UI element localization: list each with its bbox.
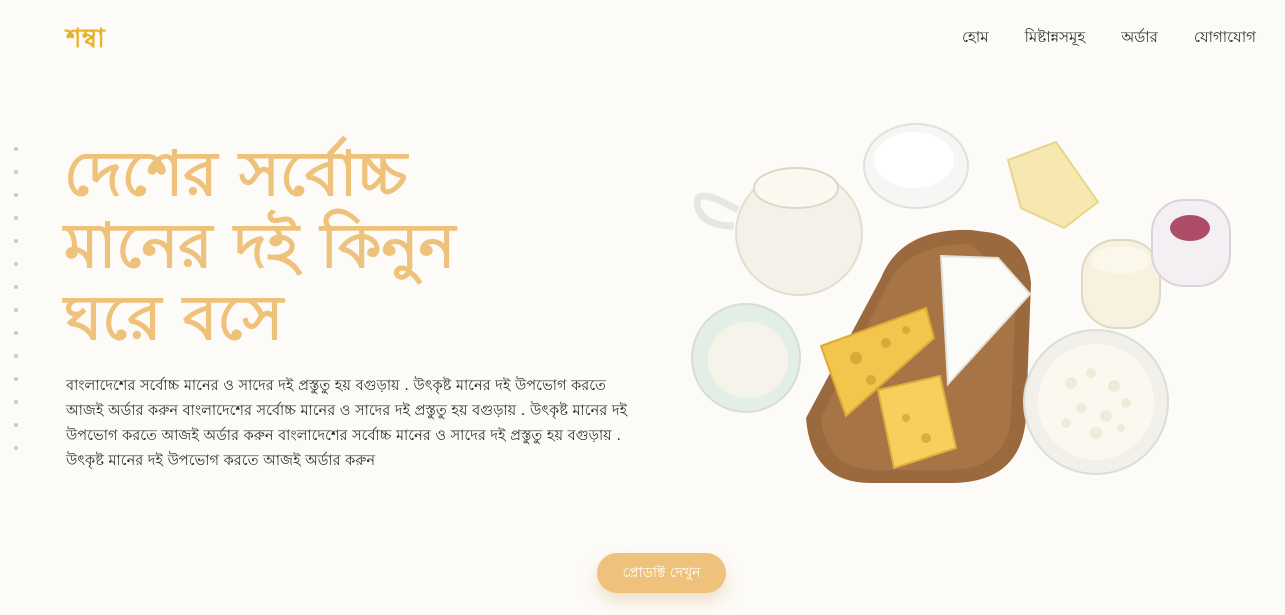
dot bbox=[14, 147, 18, 151]
decorative-dots bbox=[14, 147, 18, 450]
dot bbox=[14, 216, 18, 220]
dot bbox=[14, 354, 18, 358]
headline-line-1: দেশের সর্বোচ্চ bbox=[64, 137, 408, 210]
dot bbox=[14, 308, 18, 312]
berry-yogurt-jar bbox=[1151, 199, 1231, 287]
dot bbox=[14, 285, 18, 289]
nav-item-contact[interactable]: যোগাযোগ bbox=[1194, 26, 1256, 51]
headline-line-3: ঘরে বসে bbox=[64, 281, 284, 354]
dot bbox=[14, 400, 18, 404]
dairy-products-image bbox=[691, 123, 1231, 483]
dot bbox=[14, 377, 18, 381]
nav-item-order[interactable]: অর্ডার bbox=[1121, 26, 1158, 51]
dot bbox=[14, 262, 18, 266]
hero-description: বাংলাদেশের সর্বোচ্চ মানের ও সাদের দই প্র… bbox=[66, 378, 627, 469]
view-products-button[interactable]: প্রোডাক্ট দেখুন bbox=[597, 553, 726, 593]
dot bbox=[14, 331, 18, 335]
hero-headline: দেশের সর্বোচ্চ মানের দই কিনুন ঘরে বসে bbox=[64, 138, 624, 354]
dot bbox=[14, 446, 18, 450]
dot bbox=[14, 239, 18, 243]
butter-block bbox=[1006, 140, 1100, 230]
nav-item-sweets[interactable]: মিষ্টান্নসমূহ bbox=[1025, 26, 1086, 51]
dot bbox=[14, 423, 18, 427]
dot bbox=[14, 193, 18, 197]
headline-line-2: মানের দই কিনুন bbox=[64, 209, 456, 282]
dot bbox=[14, 170, 18, 174]
brand-logo[interactable]: শম্বা bbox=[66, 18, 105, 62]
main-nav: হোম মিষ্টান্নসমূহ অর্ডার যোগাযোগ bbox=[962, 26, 1256, 51]
nav-item-home[interactable]: হোম bbox=[962, 26, 989, 51]
